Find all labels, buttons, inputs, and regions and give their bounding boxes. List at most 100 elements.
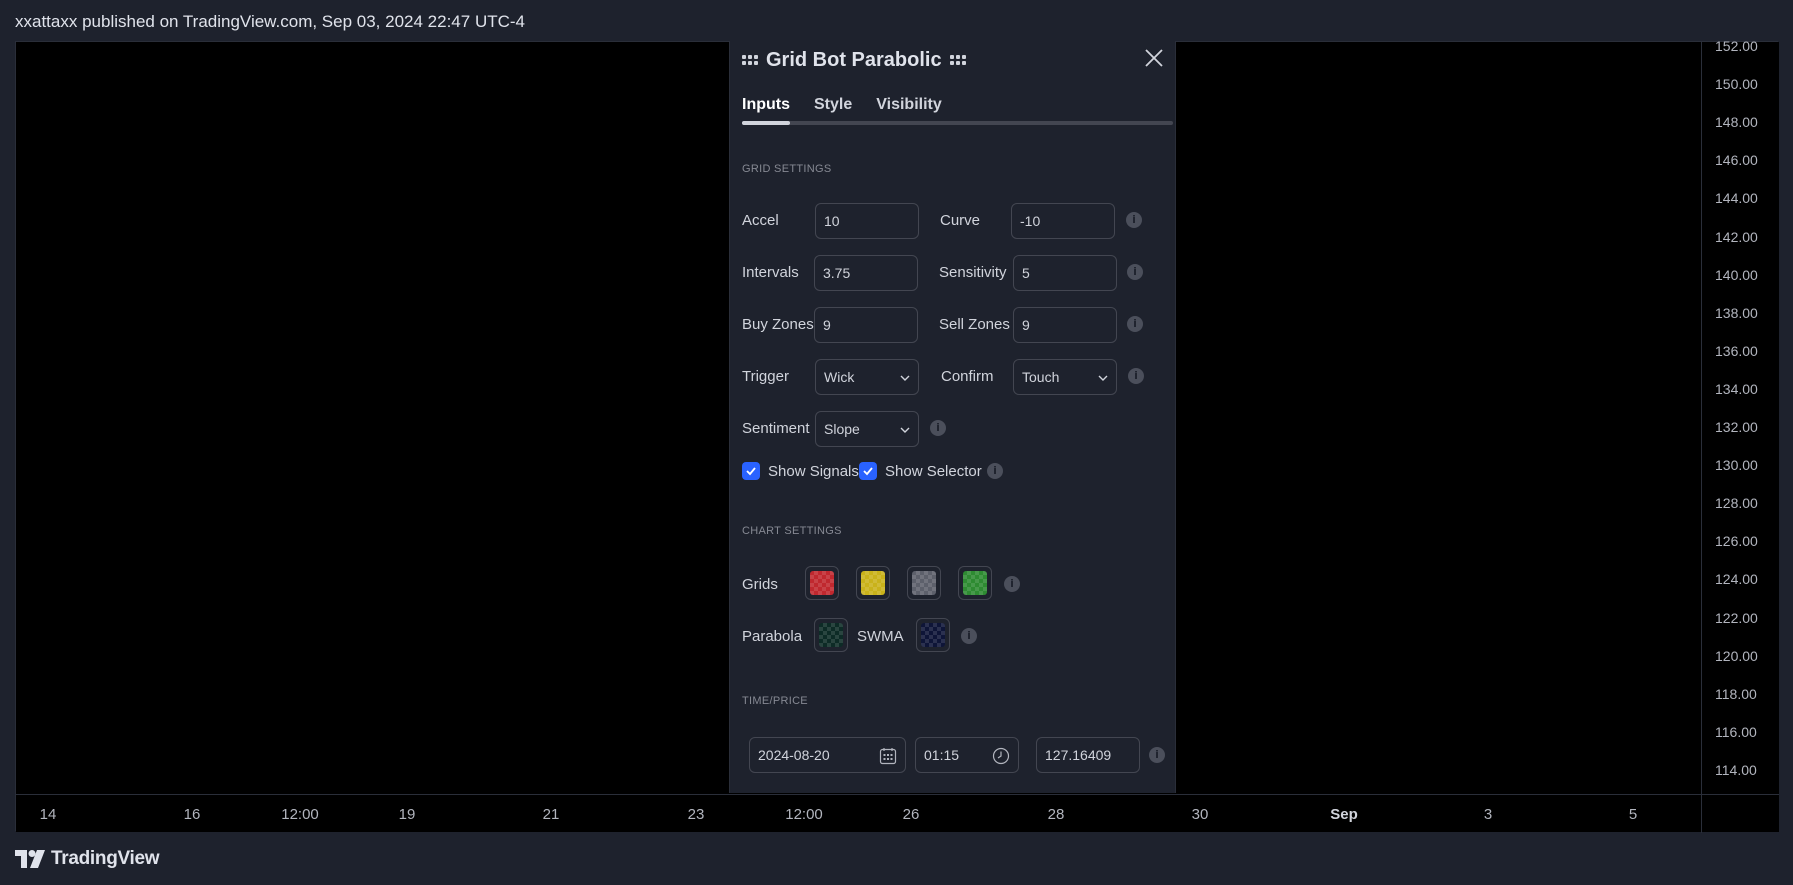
price-axis-label: 130.00 [1715, 457, 1758, 474]
tab-track [742, 121, 1173, 125]
drag-handle-left-icon[interactable] [742, 55, 758, 65]
price-axis-label: 142.00 [1715, 228, 1758, 245]
swma-color-swatch[interactable] [916, 618, 950, 652]
dialog-title: Grid Bot Parabolic [766, 48, 942, 71]
time-axis-label: 26 [902, 806, 920, 823]
active-tab-indicator [742, 121, 790, 125]
price-axis-label: 132.00 [1715, 419, 1758, 435]
sensitivity-input[interactable]: 5 [1013, 255, 1117, 291]
grid-color-swatch-red[interactable] [805, 566, 839, 600]
price-axis-label: 138.00 [1715, 304, 1758, 321]
date-value: 2024-08-20 [758, 747, 830, 763]
section-grid-settings: GRID SETTINGS [742, 163, 832, 175]
info-icon[interactable]: i [1004, 576, 1020, 592]
price-axis[interactable]: 152.00 150.00 148.00 146.00 144.00 142.00 140.… [1701, 38, 1779, 794]
time-input[interactable]: 01:15 [915, 737, 1019, 773]
info-icon[interactable]: i [987, 463, 1003, 479]
sentiment-value: Slope [824, 421, 860, 437]
price-axis-label: 128.00 [1715, 495, 1758, 512]
price-axis-label: 150.00 [1715, 76, 1758, 93]
info-icon[interactable]: i [1127, 264, 1143, 280]
intervals-label: Intervals [742, 264, 799, 281]
swma-label: SWMA [857, 628, 904, 645]
trigger-select[interactable]: Wick [815, 359, 919, 395]
price-axis-label: 134.00 [1715, 380, 1758, 397]
show-selector-label[interactable]: Show Selector [885, 463, 982, 480]
show-selector-checkbox[interactable] [859, 462, 877, 480]
show-signals-checkbox[interactable] [742, 462, 760, 480]
checkmark-icon [863, 467, 873, 476]
sell-zones-label: Sell Zones [939, 316, 1010, 333]
drag-handle-right-icon[interactable] [949, 55, 966, 65]
grid-color-swatch-green[interactable] [958, 566, 992, 600]
info-icon[interactable]: i [1128, 368, 1144, 384]
trigger-label: Trigger [742, 368, 789, 385]
price-axis-label: 124.00 [1715, 571, 1758, 588]
accel-input[interactable]: 10 [815, 203, 919, 239]
clock-icon[interactable] [992, 747, 1010, 765]
price-axis-label: 144.00 [1715, 190, 1758, 207]
time-axis-label: 12:00 [281, 806, 319, 823]
grid-color-swatch-yellow[interactable] [856, 566, 890, 600]
info-icon[interactable]: i [1149, 747, 1165, 763]
curve-input[interactable]: -10 [1011, 203, 1115, 239]
axis-corner [1701, 795, 1779, 833]
calendar-icon[interactable] [879, 747, 897, 765]
time-axis-label: 16 [183, 806, 201, 823]
time-axis-label: 23 [687, 806, 705, 823]
trigger-value: Wick [824, 369, 855, 385]
price-axis-label: 122.00 [1715, 609, 1758, 626]
info-icon[interactable]: i [1126, 212, 1142, 228]
dialog-title-bar[interactable]: Grid Bot Parabolic [742, 46, 966, 74]
sensitivity-label: Sensitivity [939, 264, 1007, 281]
show-signals-label[interactable]: Show Signals [768, 463, 859, 480]
section-time-price: TIME/PRICE [742, 695, 808, 707]
price-input[interactable]: 127.16409 [1036, 737, 1140, 773]
price-axis-label: 126.00 [1715, 533, 1758, 550]
close-icon[interactable] [1143, 47, 1165, 69]
parabola-color-swatch[interactable] [814, 618, 848, 652]
buy-zones-input[interactable]: 9 [814, 307, 918, 343]
price-axis-label: 152.00 [1715, 38, 1758, 54]
time-axis-label: 19 [398, 806, 416, 823]
time-axis[interactable]: 14 16 12:00 19 21 23 12:00 26 28 30 Sep 3 5 [16, 794, 1779, 833]
price-axis-label: 118.00 [1715, 685, 1757, 702]
tradingview-logo[interactable]: TradingView [15, 847, 160, 871]
time-axis-label: 21 [542, 806, 560, 823]
confirm-value: Touch [1022, 369, 1060, 385]
publish-banner-text: xxattaxx published on TradingView.com, S… [15, 12, 525, 31]
parabola-label: Parabola [742, 628, 803, 645]
chevron-down-icon [900, 375, 910, 381]
price-axis-label: 140.00 [1715, 266, 1758, 283]
chevron-down-icon [900, 427, 910, 433]
time-axis-label: 28 [1047, 806, 1065, 823]
price-axis-label: 114.00 [1715, 761, 1757, 778]
confirm-select[interactable]: Touch [1013, 359, 1117, 395]
price-axis-label: 116.00 [1715, 723, 1757, 740]
tradingview-logo-icon [15, 850, 45, 868]
time-axis-label: 3 [1483, 806, 1493, 823]
info-icon[interactable]: i [961, 628, 977, 644]
price-axis-label: 120.00 [1715, 647, 1758, 664]
price-axis-label: 136.00 [1715, 342, 1758, 359]
grids-label: Grids [742, 576, 778, 593]
grid-color-swatch-gray[interactable] [907, 566, 941, 600]
time-axis-label: 5 [1628, 806, 1638, 823]
date-input[interactable]: 2024-08-20 [749, 737, 906, 773]
confirm-label: Confirm [941, 368, 994, 385]
info-icon[interactable]: i [1127, 316, 1143, 332]
section-chart-settings: CHART SETTINGS [742, 525, 842, 537]
sell-zones-input[interactable]: 9 [1013, 307, 1117, 343]
time-axis-label: Sep [1330, 806, 1358, 823]
time-axis-label: 14 [39, 806, 57, 823]
accel-label: Accel [742, 212, 779, 229]
price-axis-label: 146.00 [1715, 152, 1758, 169]
info-icon[interactable]: i [930, 420, 946, 436]
intervals-input[interactable]: 3.75 [814, 255, 918, 291]
price-axis-label: 148.00 [1715, 114, 1758, 131]
time-axis-label: 30 [1191, 806, 1209, 823]
indicator-settings-dialog: Grid Bot Parabolic Inputs Style Visibili… [729, 41, 1176, 793]
sentiment-select[interactable]: Slope [815, 411, 919, 447]
tradingview-brand-text: TradingView [51, 848, 160, 869]
sentiment-label: Sentiment [742, 420, 810, 437]
